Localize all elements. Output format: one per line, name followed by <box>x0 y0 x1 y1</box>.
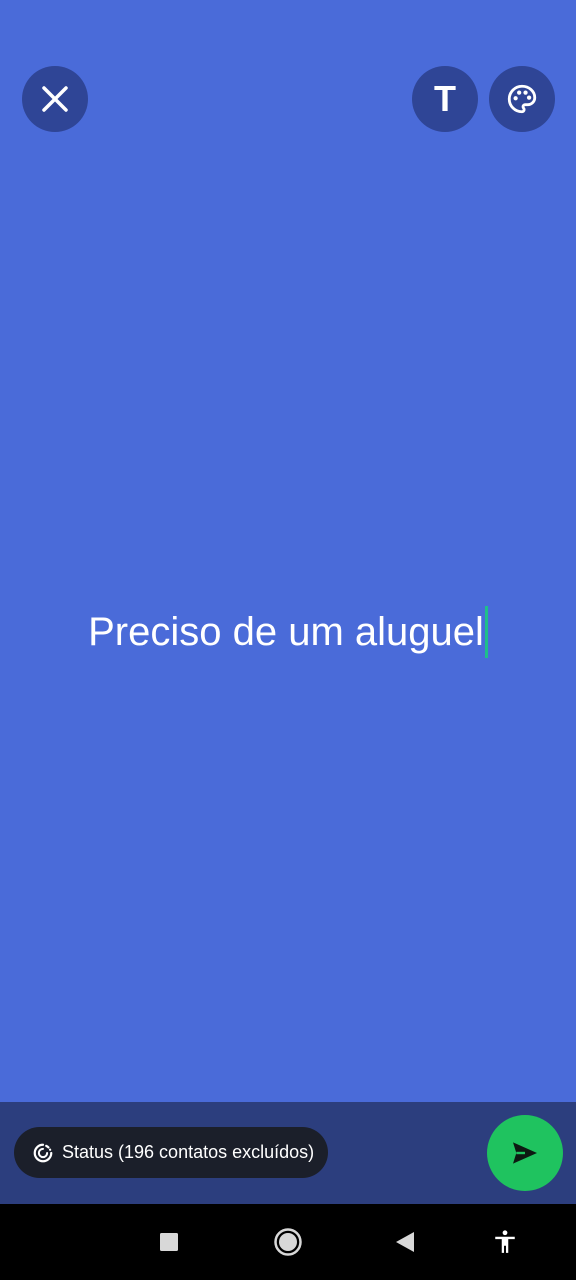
accessibility-icon <box>495 1230 515 1253</box>
send-icon <box>513 1142 537 1164</box>
send-button[interactable] <box>487 1115 563 1191</box>
text-caret <box>484 606 488 658</box>
close-icon <box>42 86 68 112</box>
triangle-back-icon <box>396 1232 414 1252</box>
text-style-button[interactable]: T <box>412 66 478 132</box>
status-text-content[interactable]: Preciso de um aluguel <box>88 606 488 658</box>
status-privacy-chip[interactable]: Status (196 contatos excluídos) <box>14 1127 328 1178</box>
status-privacy-icon <box>33 1143 53 1162</box>
back-button[interactable] <box>385 1222 425 1262</box>
status-privacy-label: Status (196 contatos excluídos) <box>62 1142 315 1162</box>
recents-button[interactable] <box>149 1222 189 1262</box>
palette-icon <box>507 84 537 114</box>
status-text-area[interactable]: Preciso de um aluguel <box>0 606 576 658</box>
circle-icon <box>274 1228 302 1256</box>
color-palette-button[interactable] <box>489 66 555 132</box>
close-button[interactable] <box>22 66 88 132</box>
status-composer-screen: T Preciso de um aluguel Status (196 cont… <box>0 0 576 1280</box>
home-button[interactable] <box>268 1222 308 1262</box>
accessibility-button[interactable] <box>485 1222 525 1262</box>
text-style-icon: T <box>434 78 456 119</box>
system-navigation-bar <box>0 1204 576 1280</box>
square-icon <box>160 1233 178 1251</box>
